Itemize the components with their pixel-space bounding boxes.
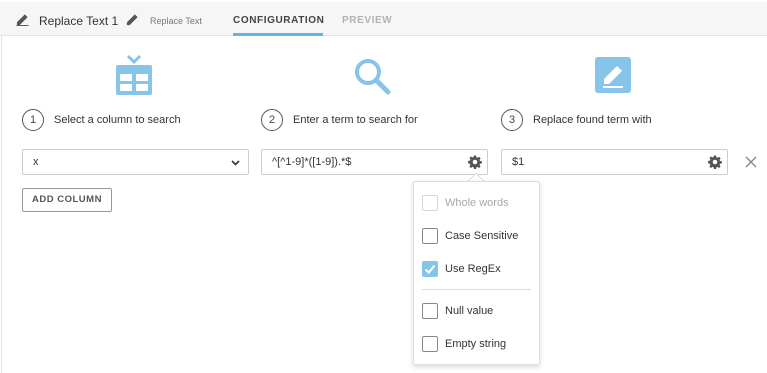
whole-words-label: Whole words — [445, 197, 509, 209]
step-2-number: 2 — [261, 109, 283, 131]
add-column-button[interactable]: ADD COLUMN — [22, 188, 112, 212]
search-term-value: ^[^1-9]*([1-9]).*$ — [272, 156, 352, 168]
empty-string-label: Empty string — [445, 338, 507, 350]
tab-configuration[interactable]: CONFIGURATION — [233, 15, 325, 26]
search-options-gear-icon[interactable] — [468, 155, 482, 169]
whole-words-checkbox[interactable] — [422, 195, 438, 211]
step-2-label: Enter a term to search for — [293, 114, 418, 126]
step-3-number: 3 — [501, 109, 523, 131]
step-1-label: Select a column to search — [54, 114, 181, 126]
empty-string-checkbox[interactable] — [422, 336, 438, 352]
null-value-checkbox[interactable] — [422, 303, 438, 319]
edit-title-icon[interactable] — [16, 13, 29, 26]
case-sensitive-label: Case Sensitive — [445, 230, 519, 242]
replacement-value: $1 — [512, 156, 525, 168]
chevron-down-icon — [231, 160, 240, 166]
edit-subtitle-icon[interactable] — [126, 13, 139, 26]
tab-preview[interactable]: PREVIEW — [342, 15, 392, 26]
remove-row-close-icon[interactable] — [745, 156, 757, 168]
case-sensitive-checkbox[interactable] — [422, 228, 438, 244]
checkmark-icon — [424, 264, 436, 274]
column-select-value: x — [33, 156, 39, 168]
step-1-number: 1 — [22, 109, 44, 131]
search-icon — [355, 59, 391, 95]
search-options-popup: Whole words Case Sensitive Use RegEx Nul… — [413, 181, 540, 365]
null-value-label: Null value — [445, 305, 494, 317]
replace-options-gear-icon[interactable] — [708, 155, 722, 169]
options-divider — [422, 289, 531, 290]
use-regex-label: Use RegEx — [445, 263, 501, 275]
step-3-label: Replace found term with — [533, 114, 652, 126]
edit-icon — [595, 57, 631, 93]
replacement-input[interactable]: $1 — [501, 149, 728, 175]
table-icon — [116, 54, 152, 95]
step-subtitle: Replace Text — [150, 16, 202, 26]
search-term-input[interactable]: ^[^1-9]*([1-9]).*$ — [261, 149, 488, 175]
header-bar: Replace Text 1 Replace Text CONFIGURATIO… — [0, 2, 767, 36]
column-select[interactable]: x — [22, 149, 249, 175]
use-regex-checkbox[interactable] — [422, 261, 438, 277]
active-tab-indicator — [233, 33, 323, 36]
step-title: Replace Text 1 — [39, 14, 119, 28]
